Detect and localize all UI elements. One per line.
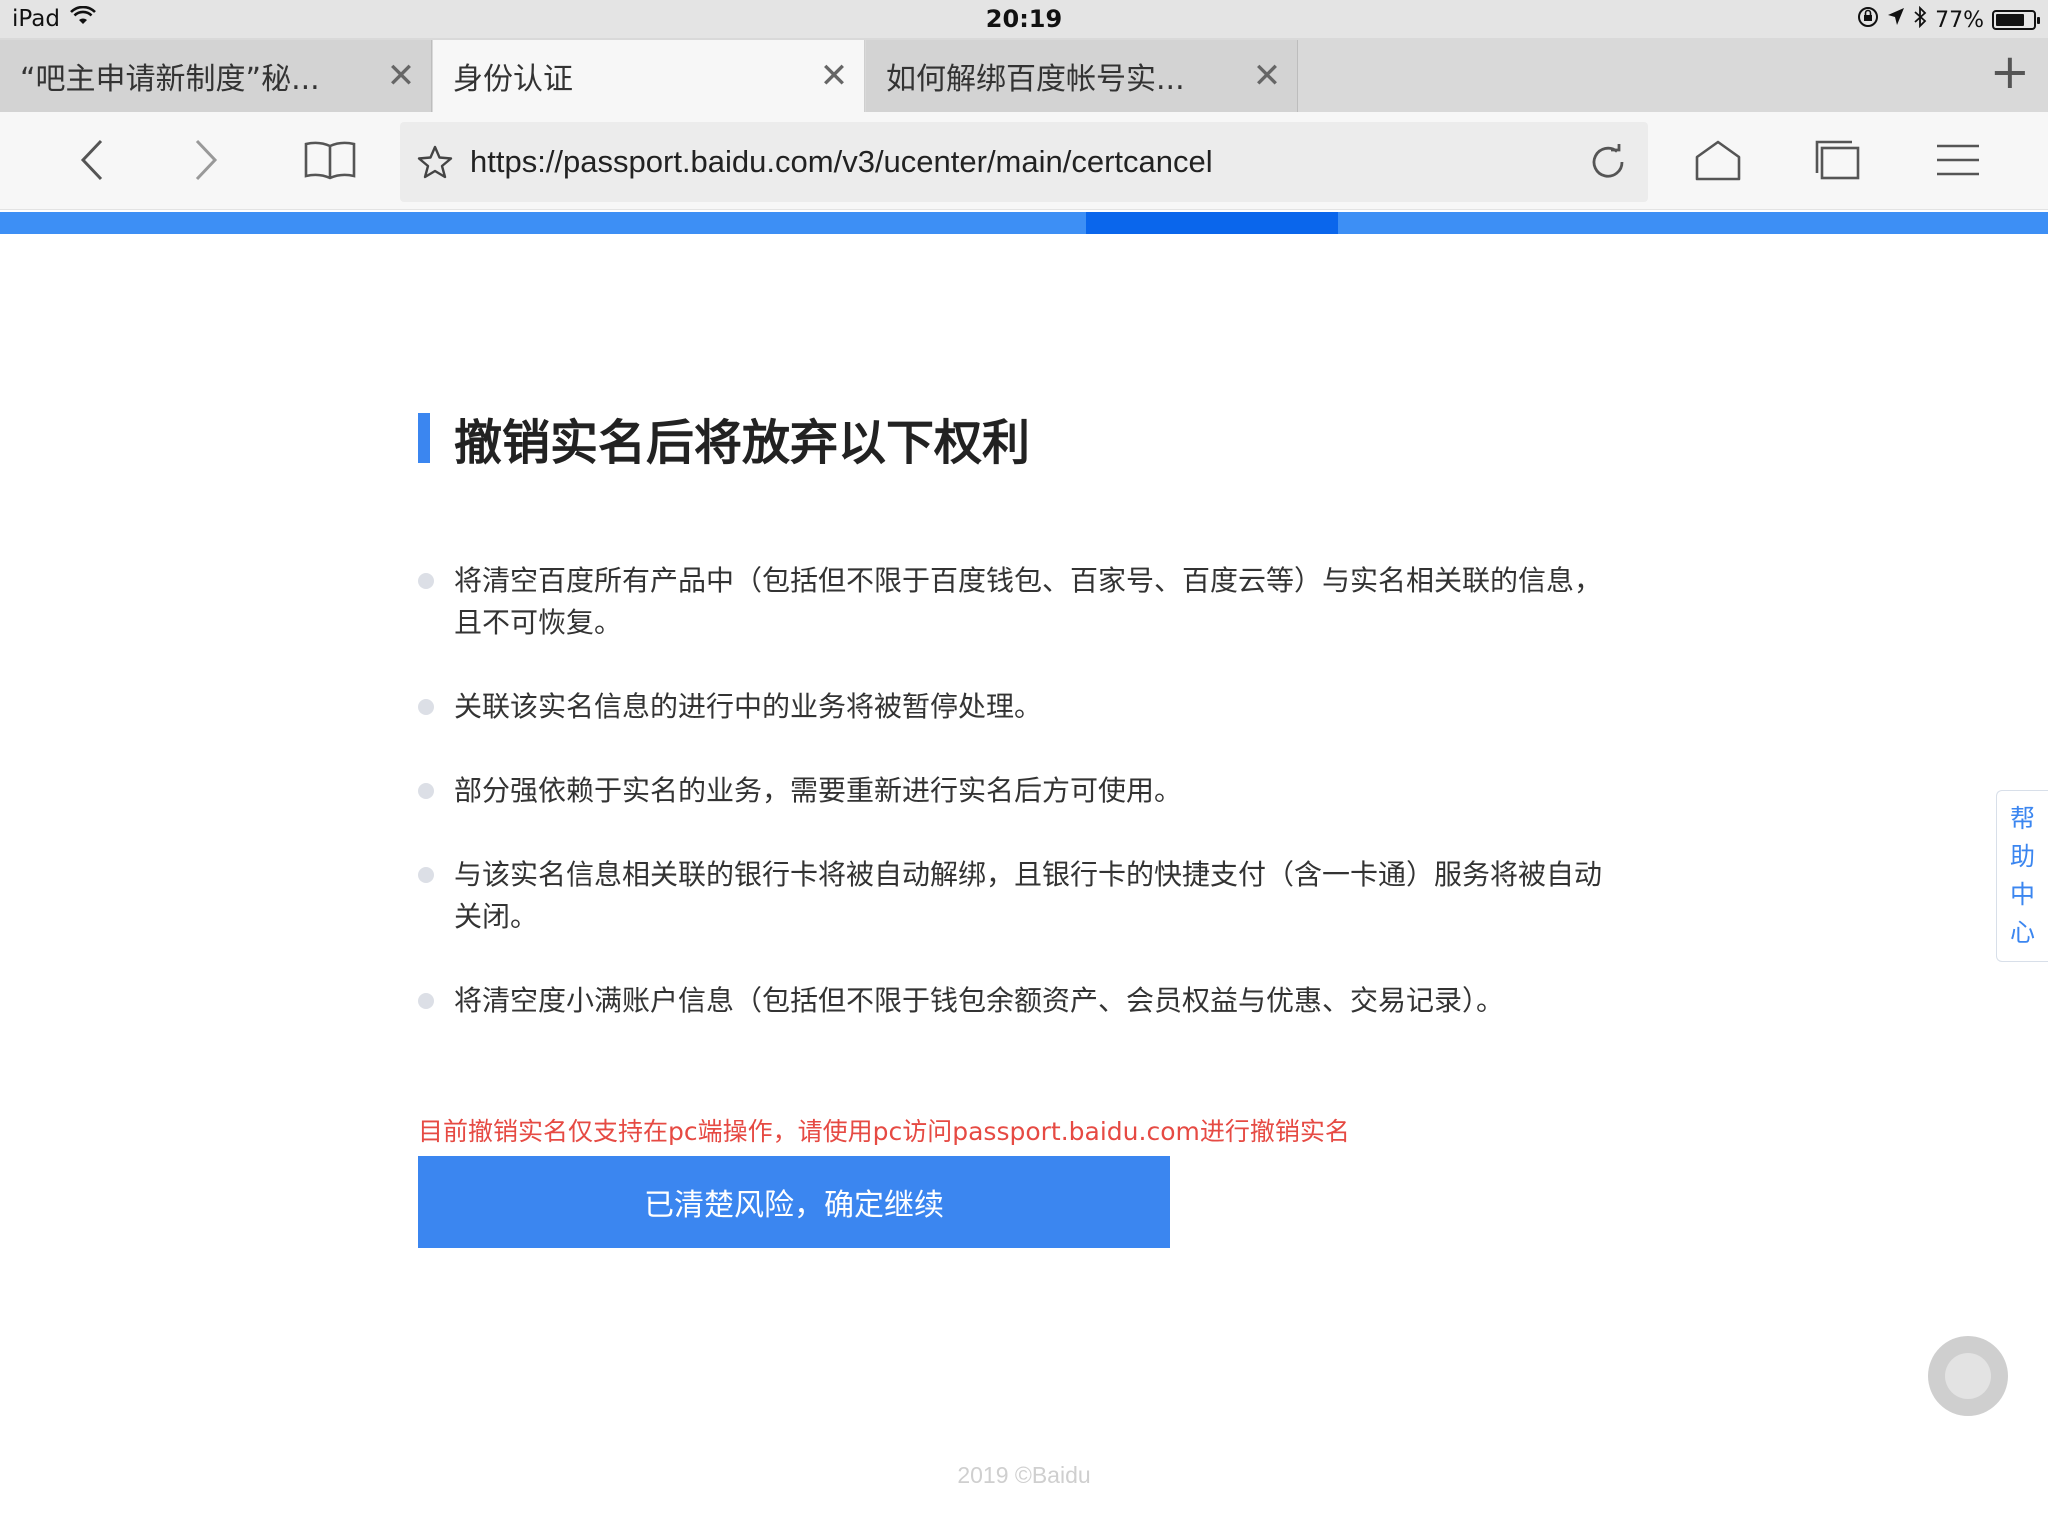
home-icon[interactable] bbox=[1688, 130, 1748, 190]
status-right: 77% bbox=[1857, 5, 2040, 34]
list-item-text: 与该实名信息相关联的银行卡将被自动解绑，且银行卡的快捷支付（含一卡通）服务将被自… bbox=[454, 858, 1603, 933]
pc-only-notice: 目前撤销实名仅支持在pc端操作，请使用pc访问passport.baidu.co… bbox=[418, 1117, 1350, 1146]
help-char: 中 bbox=[2009, 880, 2035, 909]
assistive-touch-inner bbox=[1945, 1353, 1991, 1399]
close-icon[interactable]: ✕ bbox=[804, 56, 864, 96]
list-item: 将清空度小满账户信息（包括但不限于钱包余额资产、会员权益与优惠、交易记录）。 bbox=[418, 980, 1628, 1022]
reload-icon[interactable] bbox=[1568, 143, 1648, 181]
list-item: 与该实名信息相关联的银行卡将被自动解绑，且银行卡的快捷支付（含一卡通）服务将被自… bbox=[418, 854, 1628, 938]
main-content: 撤销实名后将放弃以下权利 将清空百度所有产品中（包括但不限于百度钱包、百家号、百… bbox=[418, 400, 1628, 1017]
help-char: 助 bbox=[2009, 842, 2035, 871]
tab-strip: “吧主申请新制度”秘... ✕ 身份认证 ✕ 如何解绑百度帐号实... ✕ + bbox=[0, 38, 2048, 112]
page-title: 撤销实名后将放弃以下权利 bbox=[454, 415, 1031, 471]
page-heading: 撤销实名后将放弃以下权利 bbox=[418, 400, 1628, 476]
bullet-icon bbox=[418, 699, 434, 715]
bullet-icon bbox=[418, 993, 434, 1009]
close-icon[interactable]: ✕ bbox=[1237, 56, 1297, 96]
help-center-tab[interactable]: 帮 助 中 心 bbox=[1996, 790, 2048, 962]
tab-3[interactable]: 如何解绑百度帐号实... ✕ bbox=[866, 40, 1298, 112]
new-tab-button[interactable]: + bbox=[1990, 48, 2030, 96]
back-icon[interactable] bbox=[62, 130, 122, 190]
footer-copyright: 2019 ©Baidu bbox=[957, 1462, 1091, 1488]
loading-progress bbox=[0, 212, 2048, 234]
list-item-text: 关联该实名信息的进行中的业务将被暂停处理。 bbox=[454, 690, 1043, 723]
tab-1[interactable]: “吧主申请新制度”秘... ✕ bbox=[0, 40, 432, 112]
battery-fill bbox=[1996, 14, 2024, 26]
menu-icon[interactable] bbox=[1928, 130, 1988, 190]
bookmarks-icon[interactable] bbox=[300, 130, 360, 190]
tab-title: 身份认证 bbox=[453, 62, 573, 97]
status-time: 20:19 bbox=[985, 5, 1063, 33]
url-text[interactable]: https://passport.baidu.com/v3/ucenter/ma… bbox=[470, 144, 1568, 180]
location-icon bbox=[1887, 7, 1905, 33]
list-item-text: 将清空度小满账户信息（包括但不限于钱包余额资产、会员权益与优惠、交易记录）。 bbox=[454, 984, 1505, 1017]
rights-list: 将清空百度所有产品中（包括但不限于百度钱包、百家号、百度云等）与实名相关联的信息… bbox=[418, 560, 1628, 1064]
browser-toolbar: https://passport.baidu.com/v3/ucenter/ma… bbox=[0, 112, 2048, 210]
list-item: 关联该实名信息的进行中的业务将被暂停处理。 bbox=[418, 686, 1628, 728]
lock-rotation-icon bbox=[1857, 6, 1879, 34]
bullet-icon bbox=[418, 573, 434, 589]
tab-title: “吧主申请新制度”秘... bbox=[20, 62, 320, 97]
bullet-icon bbox=[418, 867, 434, 883]
tab-title: 如何解绑百度帐号实... bbox=[886, 62, 1185, 97]
bluetooth-icon bbox=[1913, 5, 1927, 34]
list-item: 部分强依赖于实名的业务，需要重新进行实名后方可使用。 bbox=[418, 770, 1628, 812]
list-item-text: 将清空百度所有产品中（包括但不限于百度钱包、百家号、百度云等）与实名相关联的信息… bbox=[454, 564, 1603, 639]
help-char: 帮 bbox=[2009, 804, 2035, 833]
forward-icon[interactable] bbox=[176, 130, 236, 190]
heading-accent-bar bbox=[418, 413, 430, 463]
tab-2[interactable]: 身份认证 ✕ bbox=[433, 40, 865, 112]
tabs-icon[interactable] bbox=[1808, 130, 1868, 190]
help-char: 心 bbox=[2009, 918, 2035, 947]
close-icon[interactable]: ✕ bbox=[371, 56, 431, 96]
bullet-icon bbox=[418, 783, 434, 799]
list-item: 将清空百度所有产品中（包括但不限于百度钱包、百家号、百度云等）与实名相关联的信息… bbox=[418, 560, 1628, 644]
battery-icon bbox=[1992, 10, 2040, 30]
list-item-text: 部分强依赖于实名的业务，需要重新进行实名后方可使用。 bbox=[454, 774, 1183, 807]
star-icon[interactable] bbox=[400, 145, 470, 179]
status-bar: iPad 20:19 77% bbox=[0, 0, 2048, 38]
assistive-touch-button[interactable] bbox=[1928, 1336, 2008, 1416]
confirm-continue-button[interactable]: 已清楚风险，确定继续 bbox=[418, 1156, 1170, 1248]
progress-highlight bbox=[1086, 212, 1338, 234]
address-bar[interactable]: https://passport.baidu.com/v3/ucenter/ma… bbox=[400, 122, 1648, 202]
battery-label: 77% bbox=[1935, 7, 1984, 33]
